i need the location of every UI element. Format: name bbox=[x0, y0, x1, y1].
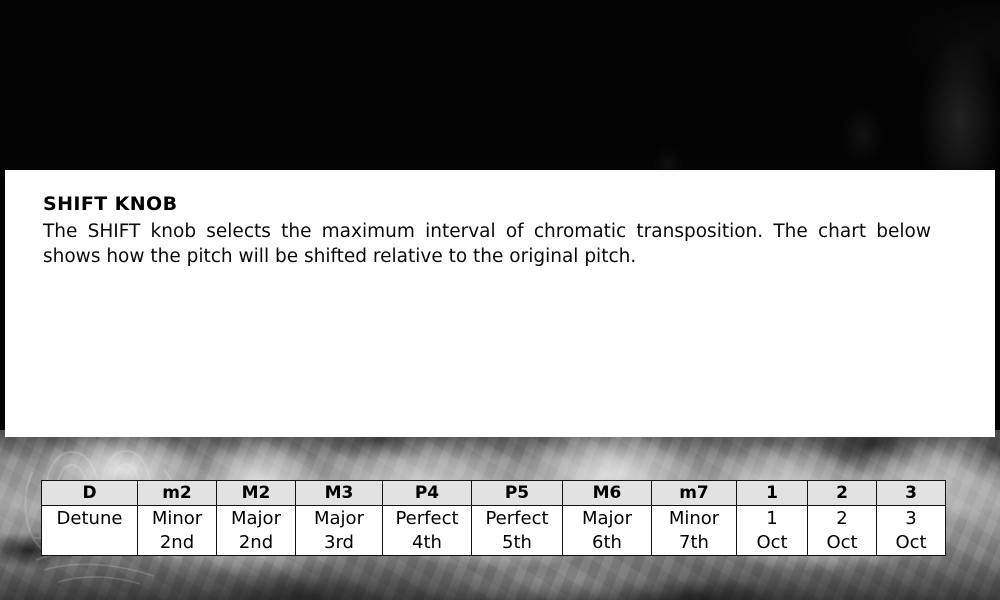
cell-line-1: 1 bbox=[766, 508, 778, 529]
cell-line-1: Perfect bbox=[395, 508, 459, 529]
cell-line-1: Major bbox=[231, 508, 281, 529]
table-header-row: D m2 M2 M3 P4 P5 M6 m7 1 2 3 bbox=[41, 480, 946, 506]
table-cell: 3 Oct bbox=[876, 505, 946, 556]
cell-line-2: 2nd bbox=[238, 532, 274, 553]
cell-line-2: 4th bbox=[412, 532, 442, 553]
table-cell: 2 Oct bbox=[807, 505, 877, 556]
table-header-cell: P5 bbox=[471, 480, 563, 506]
cell-line-1: Detune bbox=[56, 508, 123, 529]
table-cell: Major 3rd bbox=[295, 505, 383, 556]
table-header-cell: M2 bbox=[216, 480, 296, 506]
cell-line-1: Major bbox=[314, 508, 364, 529]
cell-line-2: 3rd bbox=[324, 532, 354, 553]
table-header-cell: M3 bbox=[295, 480, 383, 506]
table-header-cell: 3 bbox=[876, 480, 946, 506]
cell-line-1: Minor bbox=[151, 508, 203, 529]
table-header-cell: D bbox=[41, 480, 138, 506]
content-panel: SHIFT KNOB The SHIFT knob selects the ma… bbox=[5, 170, 995, 556]
cell-line-1: Perfect bbox=[485, 508, 549, 529]
table-cell: Major 6th bbox=[562, 505, 652, 556]
cell-line-1: Major bbox=[582, 508, 632, 529]
panel-text-block: SHIFT KNOB The SHIFT knob selects the ma… bbox=[43, 194, 949, 269]
cell-line-1: 3 bbox=[905, 508, 917, 529]
cell-line-2: 6th bbox=[592, 532, 622, 553]
table-cell: Minor 7th bbox=[651, 505, 737, 556]
cell-line-1: 2 bbox=[836, 508, 848, 529]
table-cell: Minor 2nd bbox=[137, 505, 217, 556]
table-header-cell: m2 bbox=[137, 480, 217, 506]
cell-line-2: 5th bbox=[502, 532, 532, 553]
shift-interval-table: D m2 M2 M3 P4 P5 M6 m7 1 2 3 Detune Mino… bbox=[41, 480, 946, 556]
table-header-cell: P4 bbox=[382, 480, 472, 506]
cell-line-2: Oct bbox=[826, 532, 858, 553]
cell-line-1: Minor bbox=[668, 508, 720, 529]
table-cell: 1 Oct bbox=[736, 505, 808, 556]
cell-line-2: Oct bbox=[756, 532, 788, 553]
table-header-cell: m7 bbox=[651, 480, 737, 506]
screenshot-root: SHIFT KNOB The SHIFT knob selects the ma… bbox=[0, 0, 1000, 600]
table-header-cell: 1 bbox=[736, 480, 808, 506]
cell-line-2: Oct bbox=[895, 532, 927, 553]
table-cell: Perfect 4th bbox=[382, 505, 472, 556]
section-description: The SHIFT knob selects the maximum inter… bbox=[43, 221, 931, 267]
section-heading: SHIFT KNOB bbox=[43, 193, 178, 215]
cell-line-2: 2nd bbox=[159, 532, 195, 553]
table-cell: Major 2nd bbox=[216, 505, 296, 556]
table-header-cell: 2 bbox=[807, 480, 877, 506]
table-header-cell: M6 bbox=[562, 480, 652, 506]
cell-line-2: 7th bbox=[679, 532, 709, 553]
table-cell: Detune bbox=[41, 505, 138, 556]
table-row: Detune Minor 2nd Major 2nd Major 3rd Per… bbox=[41, 505, 946, 556]
cell-line-2 bbox=[42, 531, 137, 555]
dark-smoke-background bbox=[0, 0, 1000, 180]
table-cell: Perfect 5th bbox=[471, 505, 563, 556]
